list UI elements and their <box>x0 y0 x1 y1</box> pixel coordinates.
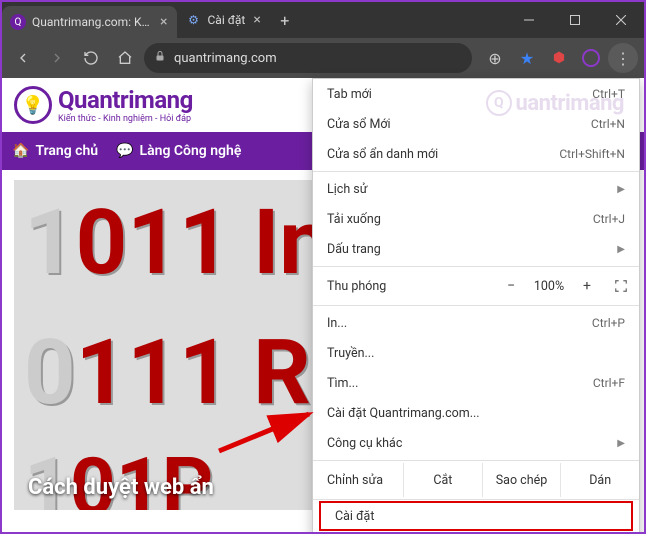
zoom-in-button[interactable]: + <box>571 278 603 294</box>
window-maximize-button[interactable] <box>552 2 598 38</box>
menu-new-window[interactable]: Cửa sổ MớiCtrl+N <box>313 109 639 139</box>
menu-paste[interactable]: Dán <box>560 463 639 497</box>
menu-copy[interactable]: Sao chép <box>482 463 561 497</box>
favicon-quantrimang: Q <box>10 14 26 30</box>
url-text: quantrimang.com <box>174 51 277 66</box>
nav-home[interactable]: 🏠 Trang chủ <box>12 143 98 159</box>
fullscreen-button[interactable] <box>603 279 639 293</box>
zoom-out-button[interactable]: − <box>495 278 527 294</box>
bookmark-star-icon[interactable]: ★ <box>512 43 542 73</box>
zoom-value: 100% <box>527 279 571 294</box>
chevron-right-icon: ▶ <box>617 244 625 255</box>
menu-downloads[interactable]: Tải xuốngCtrl+J <box>313 204 639 234</box>
menu-new-tab[interactable]: Tab mớiCtrl+T <box>313 79 639 109</box>
nav-tech-label: Làng Công nghệ <box>140 143 242 159</box>
lock-icon <box>154 50 166 66</box>
menu-find[interactable]: Tìm...Ctrl+F <box>313 368 639 398</box>
tab-label: Quantrimang.com: Kiến Th <box>32 15 152 29</box>
new-tab-button[interactable]: + <box>271 2 299 38</box>
profile-avatar-icon[interactable] <box>576 43 606 73</box>
menu-zoom-label: Thu phóng <box>313 279 495 294</box>
menu-cast[interactable]: Truyền... <box>313 338 639 368</box>
logo-text: uantrimang <box>74 86 193 114</box>
home-icon: 🏠 <box>12 143 29 159</box>
browser-tab-1[interactable]: Q Quantrimang.com: Kiến Th × <box>2 6 177 38</box>
nav-home-label: Trang chủ <box>35 143 98 159</box>
close-tab-icon[interactable]: × <box>251 12 262 28</box>
menu-install-app[interactable]: Cài đặt Quantrimang.com... <box>313 398 639 428</box>
browser-tab-2[interactable]: ⚙ Cài đặt × <box>177 2 270 38</box>
hero-graphic: 0111 R <box>24 320 311 425</box>
shield-icon[interactable]: ⬢ <box>544 43 574 73</box>
chevron-right-icon: ▶ <box>617 184 625 195</box>
menu-help[interactable]: Trợ giúp▶ <box>313 530 639 534</box>
tab-label: Cài đặt <box>207 13 245 27</box>
hero-graphic: 1011 In <box>24 190 330 295</box>
menu-history[interactable]: Lịch sử▶ <box>313 174 639 204</box>
extension-plus-icon[interactable]: ⊕ <box>480 43 510 73</box>
nav-forward-button[interactable] <box>42 43 72 73</box>
chevron-right-icon: ▶ <box>617 438 625 449</box>
nav-tech[interactable]: 💬 Làng Công nghệ <box>116 143 241 159</box>
menu-incognito[interactable]: Cửa sổ ẩn danh mớiCtrl+Shift+N <box>313 139 639 169</box>
menu-settings[interactable]: Cài đặt <box>319 501 633 531</box>
hero-title: Cách duyệt web ẩn <box>28 475 214 500</box>
bulb-icon: 💡 <box>14 86 52 124</box>
menu-cut[interactable]: Cắt <box>403 463 482 497</box>
nav-reload-button[interactable] <box>76 43 106 73</box>
nav-back-button[interactable] <box>8 43 38 73</box>
favicon-settings: ⚙ <box>185 12 201 28</box>
window-minimize-button[interactable] <box>506 2 552 38</box>
address-bar[interactable]: quantrimang.com <box>144 43 472 73</box>
chrome-menu-button[interactable]: ⋮ <box>608 43 638 73</box>
logo-subtitle: Kiến thức - Kinh nghiệm - Hỏi đáp <box>58 114 193 124</box>
menu-bookmarks[interactable]: Dấu trang▶ <box>313 234 639 264</box>
chrome-main-menu: Tab mớiCtrl+T Cửa sổ MớiCtrl+N Cửa sổ ẩn… <box>312 78 640 534</box>
nav-home-button[interactable] <box>110 43 140 73</box>
close-tab-icon[interactable]: × <box>158 14 169 30</box>
window-close-button[interactable] <box>598 2 644 38</box>
chat-icon: 💬 <box>116 143 133 159</box>
menu-edit-label: Chỉnh sửa <box>313 473 403 488</box>
menu-more-tools[interactable]: Công cụ khác▶ <box>313 428 639 458</box>
menu-print[interactable]: In...Ctrl+P <box>313 308 639 338</box>
